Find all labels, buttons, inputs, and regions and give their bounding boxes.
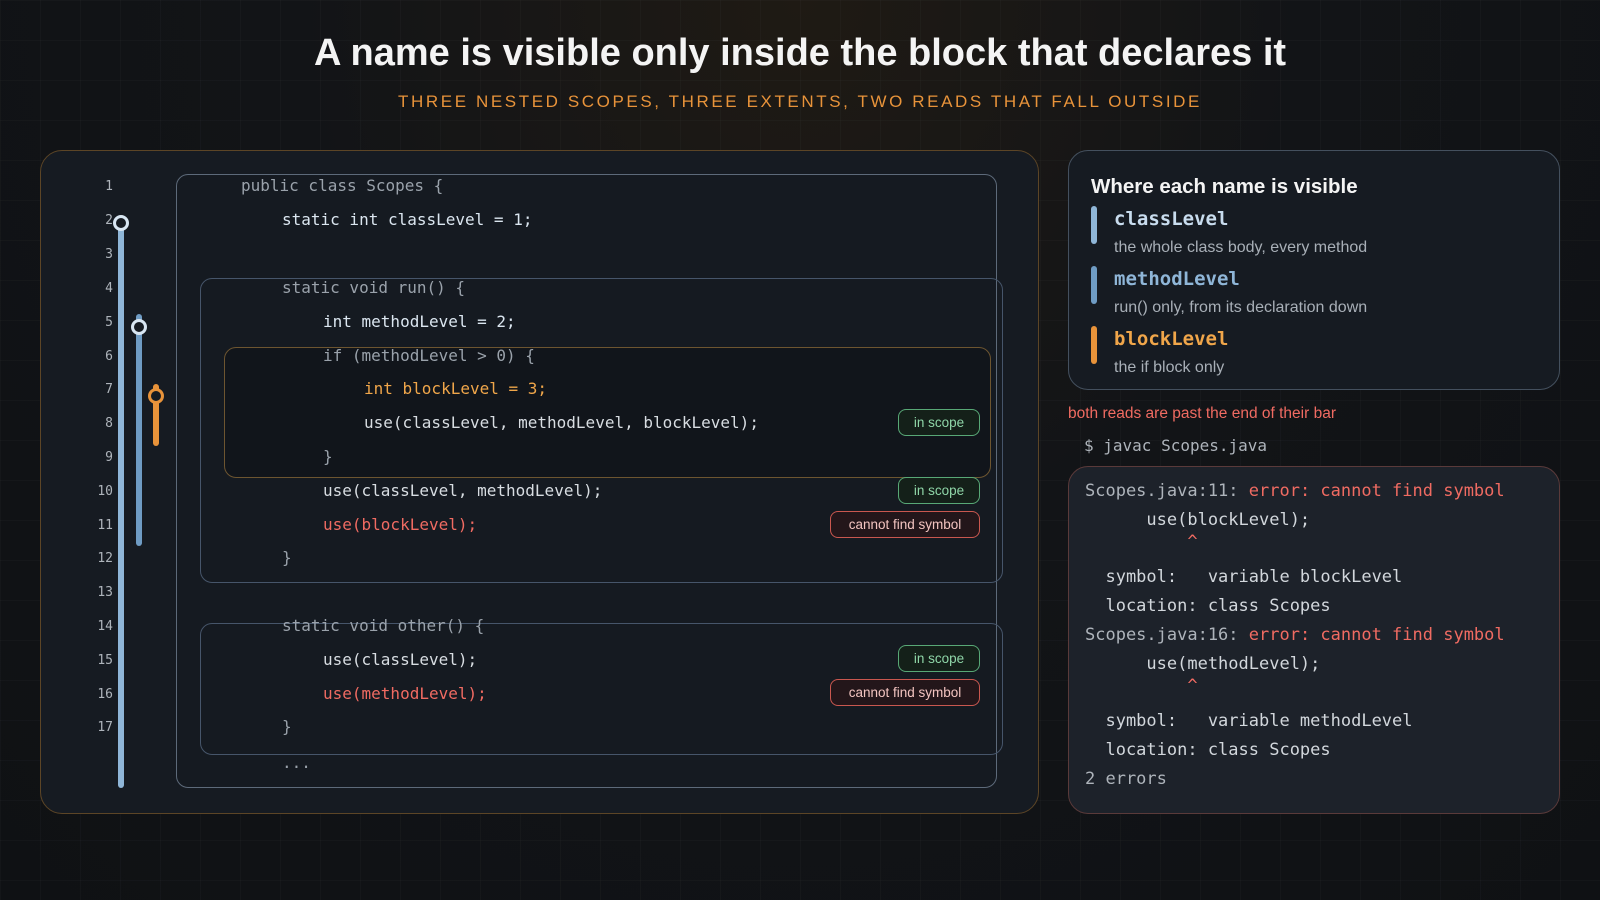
line-number: 8 <box>105 416 113 431</box>
error-header-line: Scopes.java:11: error: cannot find symbo… <box>1085 481 1505 501</box>
error-summary: 2 errors <box>1085 769 1167 789</box>
cannot-find-symbol-badge: cannot find symbol <box>830 511 980 538</box>
legend-title: Where each name is visible <box>1091 175 1358 198</box>
code-line-use-classlevel: use(classLevel); <box>323 650 478 669</box>
code-line-other-decl: static void other() { <box>282 616 485 635</box>
legend-name: blockLevel <box>1114 328 1229 350</box>
method-level-declaration-marker <box>131 319 147 335</box>
in-scope-badge: in scope <box>898 409 980 436</box>
error-code-line: use(methodLevel); <box>1085 654 1321 674</box>
code-line-if: if (methodLevel > 0) { <box>323 346 535 365</box>
legend-item-classlevel: classLevel the whole class body, every m… <box>1091 204 1531 256</box>
line-number: 9 <box>105 450 113 465</box>
error-message: error: cannot find symbol <box>1248 625 1505 645</box>
legend-item-methodlevel: methodLevel run() only, from its declara… <box>1091 264 1531 316</box>
line-number: 16 <box>97 687 113 702</box>
legend-name: classLevel <box>1114 208 1229 230</box>
error-message: error: cannot find symbol <box>1248 481 1505 501</box>
class-level-declaration-marker <box>113 215 129 231</box>
legend-desc: run() only, from its declaration down <box>1114 299 1368 316</box>
code-line-methodlevel-decl: int methodLevel = 2; <box>323 312 516 331</box>
line-number: 5 <box>105 315 113 330</box>
code-line-run-decl: static void run() { <box>282 278 466 297</box>
code-panel: 1 2 3 4 5 6 7 8 9 10 11 12 13 14 15 16 1… <box>40 150 1039 814</box>
block-level-declaration-marker <box>148 388 164 404</box>
code-line-use-class-method: use(classLevel, methodLevel); <box>323 481 603 500</box>
legend-swatch <box>1091 266 1097 304</box>
code-line-use-all: use(classLevel, methodLevel, blockLevel)… <box>364 413 759 432</box>
compile-command: $ javac Scopes.java <box>1084 436 1268 455</box>
visibility-legend: Where each name is visible classLevel th… <box>1068 150 1560 390</box>
line-number: 6 <box>105 349 113 364</box>
legend-swatch <box>1091 206 1097 244</box>
error-note: both reads are past the end of their bar <box>1068 405 1336 422</box>
in-scope-badge: in scope <box>898 645 980 672</box>
legend-desc: the whole class body, every method <box>1114 239 1368 256</box>
code-line-run-close: } <box>282 548 292 567</box>
error-location-detail: location: class Scopes <box>1085 740 1331 760</box>
code-line-blocklevel-decl: int blockLevel = 3; <box>364 379 548 398</box>
error-header-line: Scopes.java:16: error: cannot find symbo… <box>1085 625 1505 645</box>
legend-swatch <box>1091 326 1097 364</box>
error-location-detail: location: class Scopes <box>1085 596 1331 616</box>
page-subtitle: THREE NESTED SCOPES, THREE EXTENTS, TWO … <box>398 92 1202 111</box>
code-line-use-methodlevel-error: use(methodLevel); <box>323 684 487 703</box>
error-symbol: symbol: variable blockLevel <box>1085 567 1403 587</box>
line-number: 12 <box>97 551 113 566</box>
line-number: 14 <box>97 619 113 634</box>
legend-item-blocklevel: blockLevel the if block only <box>1091 324 1531 376</box>
error-caret: ^ <box>1085 532 1198 552</box>
line-number: 17 <box>97 720 113 735</box>
code-line-ellipsis: ... <box>282 753 311 772</box>
line-number: 13 <box>97 585 113 600</box>
line-number: 11 <box>97 518 113 533</box>
code-line-other-close: } <box>282 717 292 736</box>
error-code-line: use(blockLevel); <box>1085 510 1311 530</box>
code-line-use-blocklevel-error: use(blockLevel); <box>323 515 478 534</box>
error-symbol: symbol: variable methodLevel <box>1085 711 1413 731</box>
code-line-if-close: } <box>323 447 333 466</box>
line-number: 10 <box>97 484 113 499</box>
line-number: 2 <box>105 213 113 228</box>
cannot-find-symbol-badge: cannot find symbol <box>830 679 980 706</box>
error-caret: ^ <box>1085 676 1198 696</box>
code-line-classlevel-decl: static int classLevel = 1; <box>282 210 533 229</box>
legend-name: methodLevel <box>1114 268 1240 290</box>
line-number: 7 <box>105 382 113 397</box>
method-level-extent-bar <box>136 314 142 546</box>
error-location: Scopes.java:11: <box>1085 481 1249 501</box>
code-line-class-decl: public class Scopes { <box>241 176 444 195</box>
compiler-output-terminal: Scopes.java:11: error: cannot find symbo… <box>1068 466 1560 814</box>
class-level-extent-bar <box>118 220 124 788</box>
line-number: 15 <box>97 653 113 668</box>
in-scope-badge: in scope <box>898 477 980 504</box>
page-title: A name is visible only inside the block … <box>313 32 1287 74</box>
line-number: 4 <box>105 281 113 296</box>
error-location: Scopes.java:16: <box>1085 625 1249 645</box>
legend-desc: the if block only <box>1114 359 1225 376</box>
line-number: 1 <box>105 179 113 194</box>
line-number: 3 <box>105 247 113 262</box>
